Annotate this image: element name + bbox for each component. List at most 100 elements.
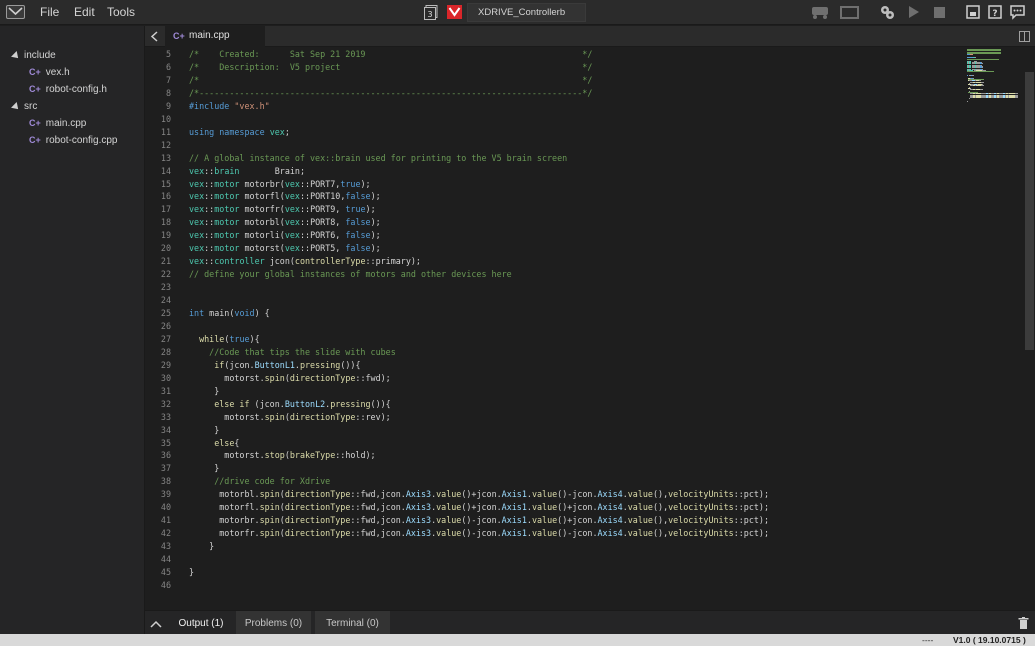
code-token: false <box>345 243 371 254</box>
code-line[interactable]: // define your global instances of motor… <box>189 268 512 281</box>
code-token: ()+jcon. <box>557 502 598 513</box>
code-token: :: <box>204 256 215 267</box>
code-token: directionType <box>289 372 356 383</box>
code-line[interactable]: /*--------------------------------------… <box>189 87 592 100</box>
screen-icon[interactable] <box>840 4 859 20</box>
code-line[interactable]: motorfr.spin(directionType::fwd,jcon.Axi… <box>189 527 769 540</box>
code-token: #include <box>189 100 235 111</box>
code-line[interactable]: } <box>189 540 214 553</box>
code-line[interactable]: if(jcon.ButtonL1.pressing()){ <box>189 359 360 372</box>
code-token: directionType <box>284 528 351 539</box>
help-icon[interactable]: ? <box>988 4 1002 20</box>
code-line[interactable]: //drive code for Xdrive <box>189 475 330 488</box>
code-line[interactable]: /* Description: V5 project */ <box>189 61 592 74</box>
code-token: Axis3 <box>405 515 432 526</box>
menu-tools[interactable]: Tools <box>107 5 135 19</box>
trash-icon[interactable] <box>1018 617 1029 630</box>
code-line[interactable]: int main(void) { <box>189 307 270 320</box>
code-line[interactable]: } <box>189 566 194 579</box>
code-token: pressing <box>299 359 341 370</box>
code-token: vex <box>284 217 300 228</box>
code-line[interactable]: vex::motor motorfl(vex::PORT10,false); <box>189 190 381 203</box>
code-line[interactable]: motorbr.spin(directionType::fwd,jcon.Axi… <box>189 514 769 527</box>
chevron-up-icon[interactable] <box>150 620 162 628</box>
line-number: 17 <box>160 204 171 215</box>
vex-brain-icon[interactable] <box>447 5 462 19</box>
vex-logo-icon[interactable] <box>6 5 25 19</box>
folder-src[interactable]: src <box>11 101 37 117</box>
code-line[interactable]: } <box>189 424 219 437</box>
tab-main-cpp[interactable]: C+ main.cpp <box>165 26 265 47</box>
tab-problems[interactable]: Problems (0) <box>236 611 311 636</box>
robot-icon[interactable] <box>810 4 830 20</box>
code-token: controller <box>214 256 265 267</box>
code-line[interactable]: //Code that tips the slide with cubes <box>189 346 396 359</box>
minimap[interactable] <box>965 49 1025 111</box>
code-line[interactable]: #include "vex.h" <box>189 100 270 113</box>
code-token: } <box>189 541 215 552</box>
code-token: :: <box>204 178 215 189</box>
menu-edit[interactable]: Edit <box>74 5 95 19</box>
line-number: 9 <box>165 100 171 111</box>
code-line[interactable]: // A global instance of vex::brain used … <box>189 152 567 165</box>
code-line[interactable]: else if (jcon.ButtonL2.pressing()){ <box>189 398 391 411</box>
file-robot-config-h[interactable]: C+ robot-config.h <box>29 84 107 100</box>
line-number: 13 <box>160 152 171 163</box>
code-area[interactable]: /* Created: Sat Sep 21 2019 */ /* Descrip… <box>189 47 989 610</box>
code-line[interactable]: vex::motor motorfr(vex::PORT9, true); <box>189 203 376 216</box>
code-token: :: <box>204 204 215 215</box>
code-line[interactable]: /* Created: Sat Sep 21 2019 */ <box>189 48 592 61</box>
code-line[interactable]: motorst.stop(brakeType::hold); <box>189 449 375 462</box>
expand-arrow-icon[interactable] <box>11 51 21 61</box>
file-main-cpp[interactable]: C+ main.cpp <box>29 118 86 134</box>
code-token: (jcon. <box>224 359 255 370</box>
back-icon[interactable] <box>149 30 161 43</box>
code-line[interactable]: motorst.spin(directionType::rev); <box>189 411 390 424</box>
code-line[interactable]: vex::brain Brain; <box>189 165 305 178</box>
code-token: ); <box>370 191 381 202</box>
split-editor-icon[interactable] <box>1019 31 1030 42</box>
slot-selector-icon[interactable]: 3 <box>424 5 438 20</box>
code-editor[interactable]: 5 6 7 8 9 10 11 12 13 14 15 16 17 18 19 20 21 22 23 24 25 26 2… <box>145 47 1035 610</box>
line-number: 24 <box>160 295 171 306</box>
stop-icon[interactable] <box>933 4 946 20</box>
code-line[interactable]: motorbl.spin(directionType::fwd,jcon.Axi… <box>189 488 769 501</box>
code-line[interactable]: motorfl.spin(directionType::fwd,jcon.Axi… <box>189 501 769 514</box>
play-icon[interactable] <box>907 4 920 20</box>
folder-include[interactable]: include <box>11 50 56 66</box>
code-line[interactable]: vex::motor motorbl(vex::PORT8, false); <box>189 216 381 229</box>
tab-output[interactable]: Output (1) <box>169 611 233 636</box>
code-token: value <box>436 502 462 513</box>
tab-terminal[interactable]: Terminal (0) <box>315 611 390 636</box>
code-line[interactable]: else{ <box>189 437 239 450</box>
code-line[interactable]: using namespace vex; <box>189 126 290 139</box>
feedback-icon[interactable] <box>1010 4 1025 20</box>
code-line[interactable]: } <box>189 462 219 475</box>
code-token: velocityUnits <box>668 489 734 500</box>
code-line[interactable]: motorst.spin(directionType::fwd); <box>189 372 390 385</box>
code-token: pressing <box>330 398 371 409</box>
line-number: 15 <box>160 178 171 189</box>
editor-scrollbar[interactable] <box>1025 72 1034 350</box>
project-name-field[interactable]: XDRIVE_Controllerb <box>467 3 586 22</box>
code-line[interactable]: } <box>189 385 219 398</box>
line-number: 10 <box>160 113 171 124</box>
file-robot-config-cpp[interactable]: C+ robot-config.cpp <box>29 135 117 151</box>
code-line[interactable]: vex::motor motorst(vex::PORT5, false); <box>189 242 381 255</box>
file-vex-h[interactable]: C+ vex.h <box>29 67 70 83</box>
expand-arrow-icon[interactable] <box>11 102 21 112</box>
code-token: Axis1 <box>501 502 527 513</box>
code-token: vex <box>284 230 300 241</box>
code-line[interactable]: vex::controller jcon(controllerType::pri… <box>189 255 421 268</box>
code-line[interactable]: vex::motor motorli(vex::PORT6, false); <box>189 229 381 242</box>
code-line[interactable]: while(true){ <box>189 333 260 346</box>
device-icon[interactable] <box>966 4 980 20</box>
code-line[interactable]: /* */ <box>189 74 592 87</box>
line-number: 8 <box>165 87 171 98</box>
code-token: } <box>189 424 220 435</box>
code-token: value <box>436 528 462 539</box>
menu-file[interactable]: File <box>40 5 59 19</box>
gears-icon[interactable] <box>879 4 896 20</box>
code-line[interactable]: vex::motor motorbr(vex::PORT7,true); <box>189 178 371 191</box>
